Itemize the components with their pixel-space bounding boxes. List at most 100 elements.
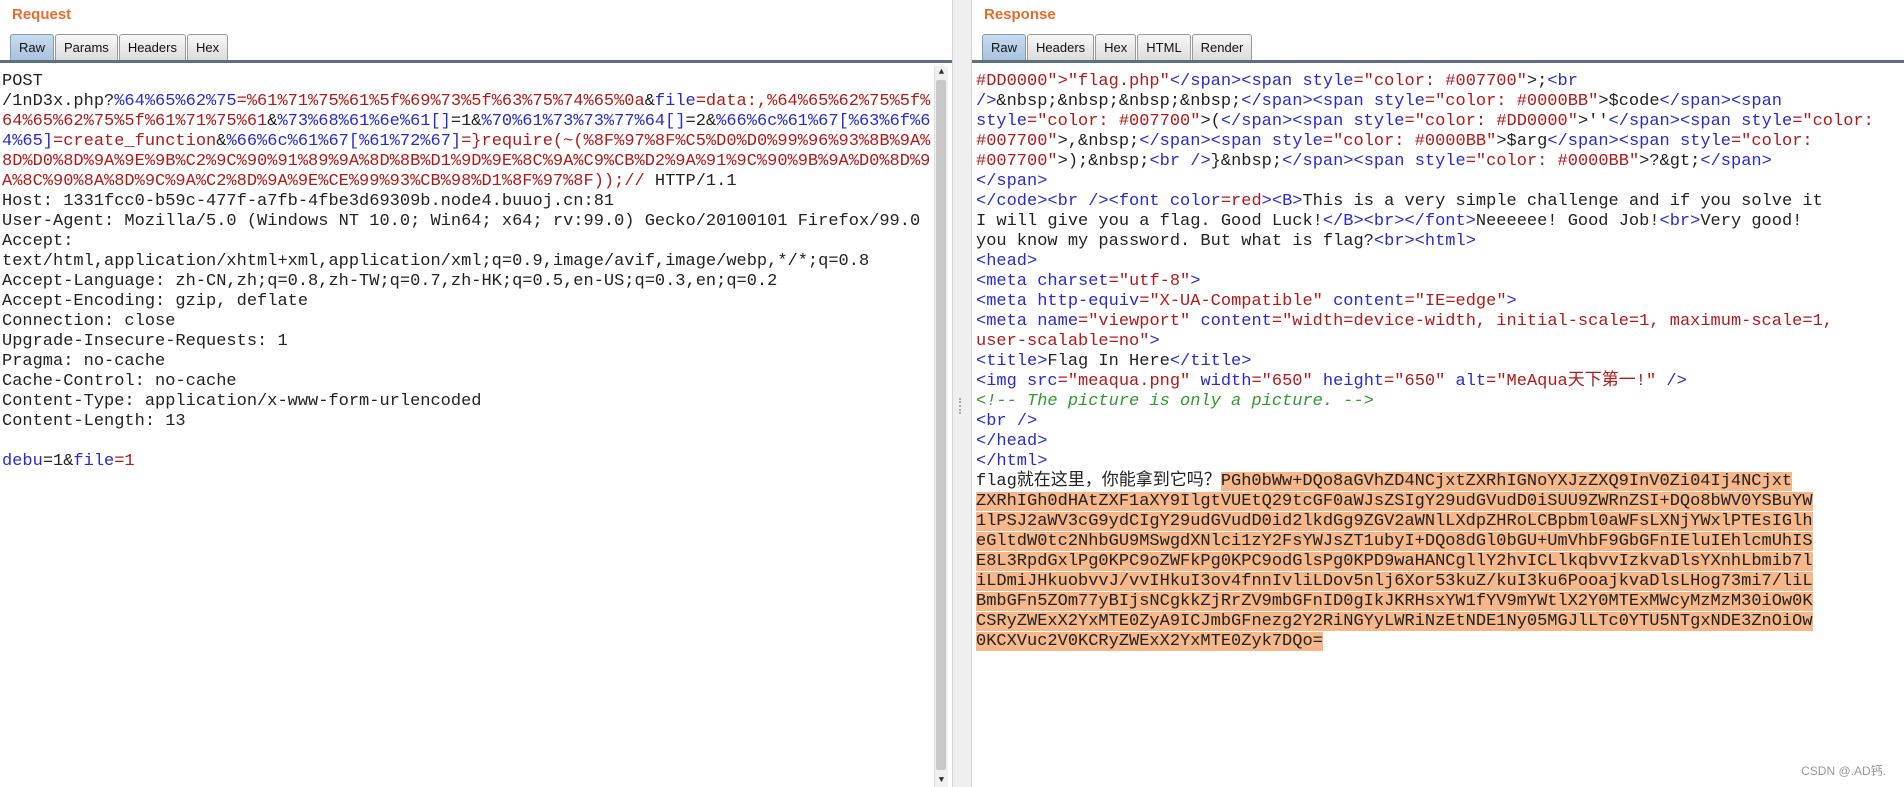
code-line: <meta charset="utf-8"> (976, 270, 1886, 291)
response-tab-headers[interactable]: Headers (1027, 34, 1095, 60)
scroll-down-arrow-icon[interactable]: ▼ (935, 774, 948, 787)
code-line: style="color: #007700">(</span><span sty… (976, 110, 1886, 131)
response-tab-hex[interactable]: Hex (1095, 34, 1137, 60)
request-editor[interactable]: POST/1nD3x.php?%64%65%62%75=%61%71%75%61… (2, 70, 932, 471)
code-token: you know my password. But what is flag? (976, 232, 1374, 251)
code-token: >$code (1598, 92, 1660, 111)
code-token: >$arg (1496, 132, 1548, 151)
request-tab-raw[interactable]: Raw (10, 34, 55, 60)
code-token: Host: 1331fcc0-b59c-477f-a7fb-4fbe3d6930… (2, 192, 615, 211)
code-token: user-scalable=no" (976, 332, 1150, 351)
code-line: <meta http-equiv="X-UA-Compatible" conte… (976, 290, 1886, 311)
code-token: %64%65%62%75 (114, 92, 237, 111)
code-line: />&nbsp;&nbsp;&nbsp;&nbsp;</span><span s… (976, 90, 1886, 111)
code-token: %66%6c%61%67[%61%72%67] (226, 132, 462, 151)
code-line: #007700">);&nbsp;<br />}&nbsp;</span><sp… (976, 150, 1886, 171)
code-token: </span><span (1282, 152, 1415, 171)
response-tab-html[interactable]: HTML (1137, 34, 1191, 60)
code-line: Connection: close (2, 310, 932, 331)
code-line: E8L3RpdGxlPg0KPC9oZWFkPg0KPC9odGlsPg0KPD… (976, 550, 1886, 571)
code-token: content (1322, 292, 1405, 311)
request-tab-params[interactable]: Params (55, 34, 118, 60)
response-viewer[interactable]: #DD0000">"flag.php"</span><span style="c… (976, 70, 1886, 651)
code-token: =create_function (53, 132, 217, 151)
code-line: POST (2, 70, 932, 91)
code-token: eGltdW0tc2NhbGU9MSwgdXNlci1zY2FsYWJsZT1u… (976, 532, 1813, 551)
code-token: </span><span (1608, 112, 1742, 131)
code-token: style (1353, 112, 1405, 131)
code-token: style (976, 112, 1028, 131)
code-line: eGltdW0tc2NhbGU9MSwgdXNlci1zY2FsYWJsZT1u… (976, 530, 1886, 551)
code-line: 0KCXVuc2V0KCRyZWExX2YxMTE0Zyk7DQo= (976, 630, 1886, 651)
code-line: you know my password. But what is flag?<… (976, 230, 1886, 251)
code-token: style (1373, 92, 1425, 111)
code-token: ="width=device-width, initial-scale=1, m… (1271, 312, 1833, 331)
code-token: & (216, 132, 227, 151)
response-tab-raw[interactable]: Raw (982, 34, 1027, 60)
code-line: Cache-Control: no-cache (2, 370, 932, 391)
code-token: Connection: close (2, 312, 176, 331)
code-token: /> (976, 92, 997, 111)
code-token: HTTP/1.1 (654, 172, 737, 191)
scroll-thumb[interactable] (936, 80, 946, 770)
code-line: iLDmiJHkuobvvJ/vvIHkuI3ov4fnnIvliLDov5nl… (976, 570, 1886, 591)
request-scrollbar[interactable]: ▲ ▼ (934, 66, 948, 787)
code-token: ="MeAqua天下第一!" (1486, 372, 1657, 391)
code-token: name (1037, 312, 1079, 331)
code-token: %66%6c%61%67[%63%6f%6 (716, 112, 931, 131)
code-token: >?&gt; (1639, 152, 1701, 171)
code-token: > (1506, 292, 1517, 311)
response-tab-render[interactable]: Render (1191, 34, 1253, 60)
code-token: >'' (1577, 112, 1609, 131)
code-line: <meta name="viewport" content="width=dev… (976, 310, 1886, 331)
code-token: 8D%D0%8D%9A%9E%9B%C2%9C%90%91%89%9A%8D%8… (2, 152, 931, 171)
code-line: #DD0000">"flag.php"</span><span style="c… (976, 70, 1886, 91)
code-token: src (1027, 372, 1058, 391)
code-line: 4%65]=create_function&%66%6c%61%67[%61%7… (2, 130, 932, 151)
code-token: #007700" (976, 152, 1058, 171)
code-token: I will give you a flag. Good Luck! (976, 212, 1323, 231)
code-token: CSRyZWExX2YxMTE0ZyA9ICJmbGFnezg2Y2RiNGYy… (976, 612, 1813, 631)
request-tab-headers[interactable]: Headers (118, 34, 186, 60)
code-token: Neeeeee! Good Job! (1475, 212, 1660, 231)
code-token: ="color: #0000BB" (1465, 152, 1640, 171)
code-token: 0KCXVuc2V0KCRyZWExX2YxMTE0Zyk7DQo= (976, 632, 1323, 651)
splitter-grip-icon[interactable] (959, 398, 967, 414)
code-line: I will give you a flag. Good Luck!</B><b… (976, 210, 1886, 231)
code-line: </html> (976, 450, 1886, 471)
code-token: content (1190, 312, 1272, 331)
code-token: #DD0000">"flag.php" (976, 72, 1170, 91)
code-line: </code><br /><font color=red><B>This is … (976, 190, 1886, 211)
code-token: Accept-Language: zh-CN,zh;q=0.8,zh-TW;q=… (2, 272, 778, 291)
code-token: }&nbsp; (1210, 152, 1283, 171)
code-token: A%8C%90%8A%8D%9C%9A%C2%8D%9A%9E%CE%99%93… (2, 172, 655, 191)
code-token: >( (1200, 112, 1221, 131)
response-title: Response (984, 6, 1056, 23)
code-token: POST (2, 72, 43, 91)
code-line: flag就在这里，你能拿到它吗？PGh0bWw+DQo8aGVhZD4NCjxt… (976, 470, 1886, 491)
code-token: ="color: #DD0000" (1404, 112, 1578, 131)
code-line: 1lPSJ2aWV3cG9ydCIgY29udGVudD0id2lkdGg9ZG… (976, 510, 1886, 531)
code-line: 64%65%62%75%5f%61%71%75%61&%73%68%61%6e%… (2, 110, 932, 131)
code-token: ="color: #007700" (1027, 112, 1201, 131)
code-line: </head> (976, 430, 1886, 451)
code-token: debu (2, 452, 43, 471)
request-title: Request (12, 6, 72, 23)
code-token: </head> (976, 432, 1048, 451)
pane-splitter[interactable] (952, 0, 972, 787)
code-token: </span><span (1139, 132, 1272, 151)
code-token: style (1271, 132, 1323, 151)
code-token: <br /> (1149, 152, 1211, 171)
code-token: alt (1445, 372, 1487, 391)
watermark: CSDN @.AD钙. (1801, 764, 1886, 778)
code-token: width (1190, 372, 1252, 391)
code-line: Content-Length: 13 (2, 410, 932, 431)
code-line: ZXRhIGh0dHAtZXF1aXY9IlgtVUEtQ29tcGF0aWJs… (976, 490, 1886, 511)
code-token: <meta (976, 272, 1038, 291)
scroll-up-arrow-icon[interactable]: ▲ (935, 66, 948, 79)
request-tab-hex[interactable]: Hex (186, 34, 229, 60)
code-token: #007700" (976, 132, 1058, 151)
code-token: =2& (685, 112, 717, 131)
code-token: 64%65%62%75%5f%61%71%75%61 (2, 112, 268, 131)
code-token: E8L3RpdGxlPg0KPC9oZWFkPg0KPC9odGlsPg0KPD… (976, 552, 1813, 571)
